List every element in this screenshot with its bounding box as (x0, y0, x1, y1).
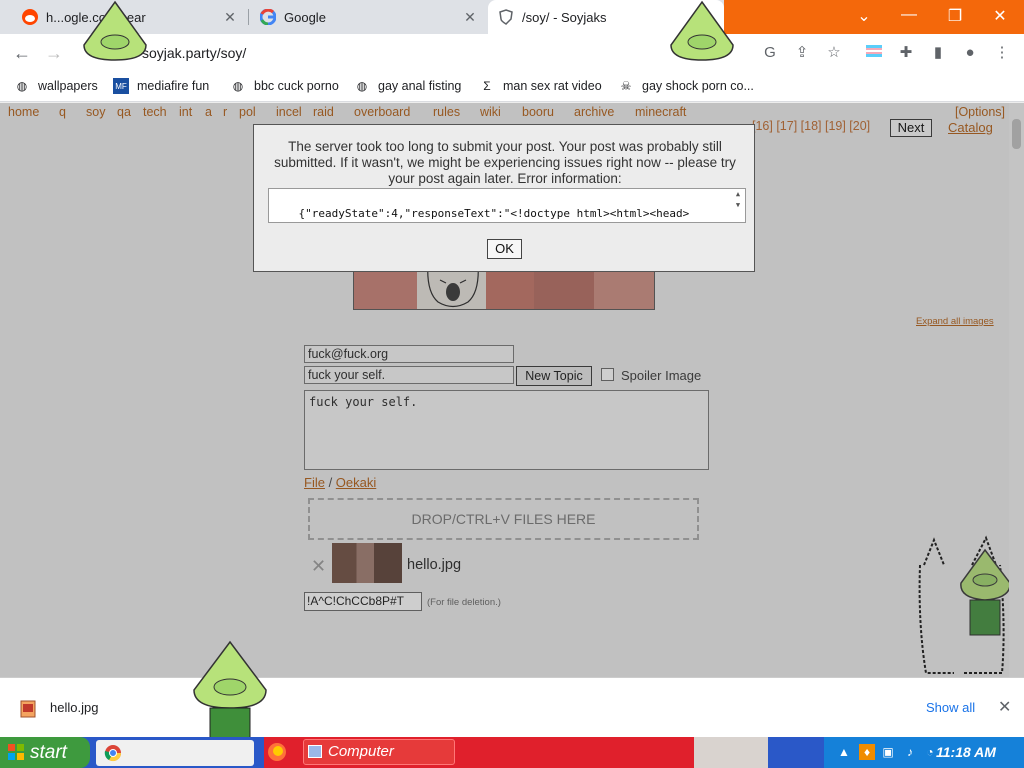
bookmark-label: gay shock porn co... (642, 79, 754, 93)
taskbar-computer[interactable]: Computer (303, 739, 455, 765)
bookmark-4[interactable]: ◍ gay anal fisting (354, 78, 462, 94)
computer-icon (308, 745, 322, 758)
download-file-name[interactable]: hello.jpg (50, 700, 98, 715)
windows-flag-icon (8, 744, 24, 760)
restore-icon[interactable]: ❐ (943, 6, 967, 26)
bookmark-5[interactable]: Σ man sex rat video (479, 78, 602, 94)
tab-strip: h...ogle.com/sear ✕ Google ✕ /soy/ - Soy… (0, 0, 1024, 34)
back-arrow-icon[interactable]: ← (10, 41, 34, 65)
share-icon[interactable]: ⇪ (791, 42, 813, 64)
bookmark-mediafire[interactable]: MF mediafire fun (113, 78, 209, 94)
bookmark-label: man sex rat video (503, 79, 602, 93)
chrome-icon (104, 745, 122, 762)
error-details-text: {"readyState":4,"responseText":"<!doctyp… (298, 207, 690, 220)
taskbar-image-strip (694, 737, 768, 768)
ok-button[interactable]: OK (487, 239, 522, 259)
taskbar-chrome[interactable] (96, 740, 254, 766)
firefox-icon[interactable] (267, 742, 287, 762)
error-message: The server took too long to submit your … (274, 139, 736, 186)
textarea-scroll-arrows-icon[interactable]: ▲ ▼ (731, 189, 745, 222)
bookmark-star-icon[interactable]: ☆ (823, 42, 845, 64)
bookmark-label: mediafire fun (137, 79, 210, 93)
minimize-icon[interactable]: — (897, 6, 921, 24)
close-download-bar-icon[interactable]: ✕ (998, 697, 1011, 717)
globe-icon: ◍ (356, 79, 368, 93)
flag-extension-icon[interactable] (863, 42, 885, 64)
globe-icon: ◍ (16, 79, 28, 93)
image-file-icon (20, 700, 36, 718)
bookmark-wallpapers[interactable]: ◍ wallpapers (14, 78, 98, 94)
bookmark-label: gay anal fisting (378, 79, 462, 93)
google-lens-icon[interactable]: G (759, 42, 781, 64)
peridot-mascot (670, 0, 734, 61)
profile-avatar-icon[interactable]: ● (959, 42, 981, 64)
start-button[interactable]: start (0, 737, 90, 768)
close-tab-icon[interactable]: ✕ (462, 9, 478, 26)
download-bar: hello.jpg ⌃ Show all ✕ (0, 677, 1024, 737)
bookmark-label: wallpapers (38, 79, 98, 93)
bookmarks-bar: ◍ wallpapers MF mediafire fun ◍ bbc cuck… (0, 72, 1024, 102)
tab-label: /soy/ - Soyjaks (522, 9, 607, 25)
title-bar-theme: ⌄ — ❐ ✕ (724, 0, 1024, 34)
show-all-downloads-link[interactable]: Show all (926, 700, 975, 715)
peridot-mascot (83, 0, 147, 61)
browser-toolbar: ← → soyjak.party/soy/ G ⇪ ☆ ✚ ▮ ● ⋮ (0, 34, 1024, 72)
start-label: start (30, 742, 67, 763)
error-dialog: The server took too long to submit your … (253, 124, 755, 272)
tray-app-icon[interactable]: ♦ (859, 744, 875, 760)
forward-arrow-icon[interactable]: → (42, 41, 66, 65)
bookmark-3[interactable]: ◍ bbc cuck porno (230, 78, 339, 94)
clock: 11:18 AM (936, 744, 996, 760)
url-text: soyjak.party/soy/ (142, 45, 247, 61)
sigma-icon: Σ (483, 79, 491, 93)
peridot-mascot (193, 640, 267, 740)
side-panel-icon[interactable]: ▮ (927, 42, 949, 64)
taskbar-computer-label: Computer (328, 743, 394, 760)
shield-icon (498, 9, 514, 25)
mediafire-icon: MF (113, 78, 129, 94)
network-icon[interactable]: ▣ (880, 744, 896, 760)
volume-icon[interactable]: ♪ (902, 744, 918, 760)
chevron-down-icon[interactable]: ⌄ (852, 6, 876, 26)
bookmark-6[interactable]: ☠ gay shock porn co... (618, 78, 754, 94)
globe-icon: ◍ (232, 79, 244, 93)
system-tray: ▲ ♦ ▣ ♪ ◔ 11:18 AM (824, 737, 1024, 768)
skull-icon: ☠ (620, 79, 632, 93)
reddit-icon (22, 9, 38, 25)
bookmark-label: bbc cuck porno (254, 79, 339, 93)
tab-label: Google (284, 9, 326, 25)
close-tab-icon[interactable]: ✕ (222, 9, 238, 26)
tray-expand-icon[interactable]: ▲ (836, 744, 852, 760)
tab-google[interactable]: Google ✕ (248, 0, 488, 34)
extensions-puzzle-icon[interactable]: ✚ (895, 42, 917, 64)
error-details-textarea[interactable]: {"readyState":4,"responseText":"<!doctyp… (268, 188, 746, 223)
google-icon (259, 8, 277, 26)
windows-taskbar: start Computer ▲ ♦ ▣ ♪ ◔ 11:18 AM (0, 737, 1024, 768)
close-window-icon[interactable]: ✕ (988, 6, 1012, 26)
menu-kebab-icon[interactable]: ⋮ (991, 42, 1013, 64)
